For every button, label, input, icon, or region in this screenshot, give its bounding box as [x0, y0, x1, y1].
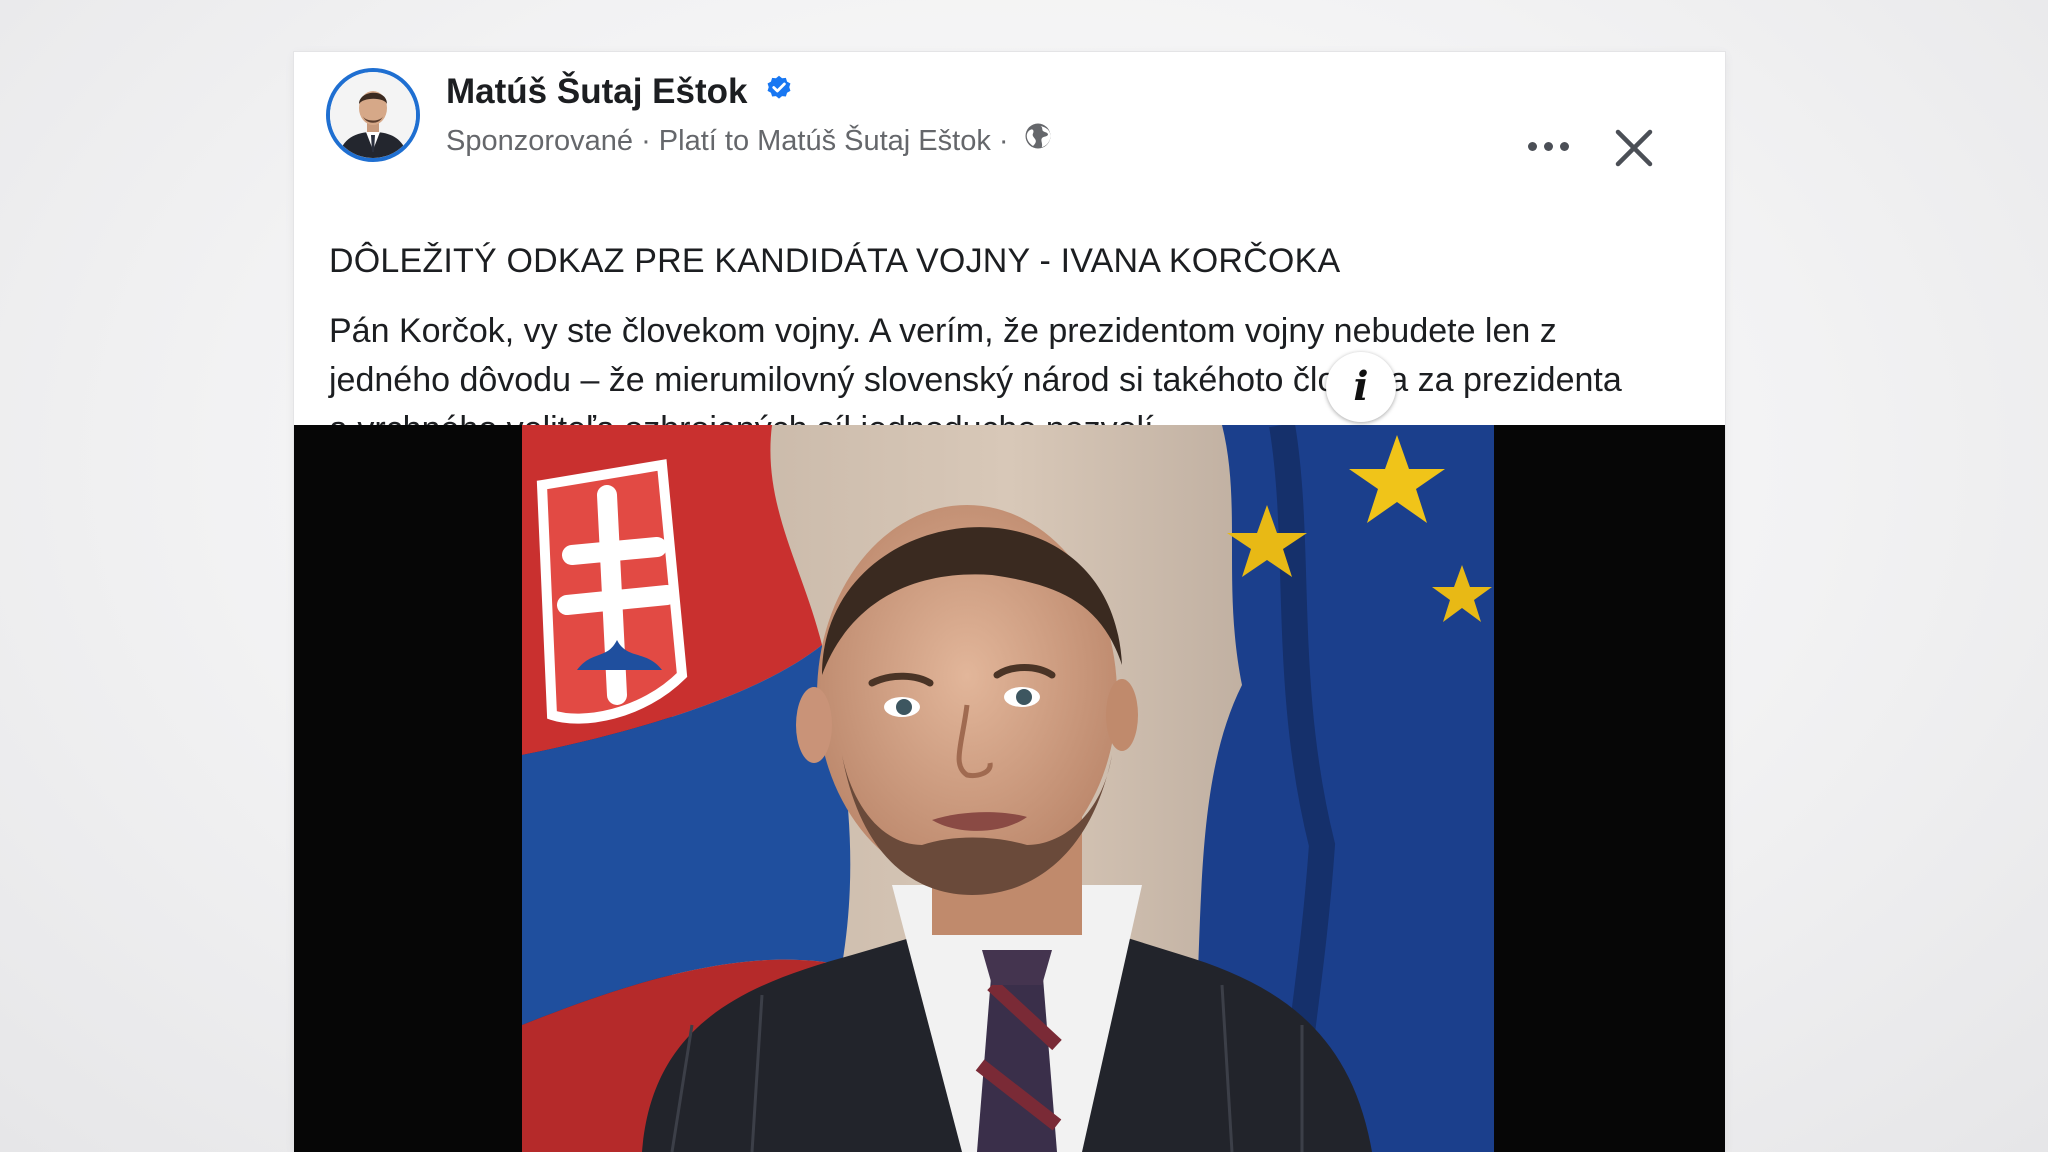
- video-frame: [522, 425, 1494, 1152]
- author-name[interactable]: Matúš Šutaj Eštok: [446, 72, 747, 111]
- more-options-icon: [1528, 142, 1537, 151]
- verified-badge-icon: [765, 71, 793, 111]
- info-icon: i: [1353, 363, 1369, 410]
- close-button[interactable]: [1612, 126, 1656, 170]
- more-options-dot: [1544, 142, 1553, 151]
- author-portrait-icon: [330, 72, 416, 158]
- more-options-button[interactable]: [1526, 136, 1572, 156]
- author-avatar[interactable]: [326, 68, 420, 162]
- post-meta: Sponzorované · Platí to Matúš Šutaj Ešto…: [446, 123, 1053, 159]
- sponsored-post-card: Matúš Šutaj Eštok Sponzorované · Platí t…: [294, 52, 1725, 1152]
- post-header: Matúš Šutaj Eštok Sponzorované · Platí t…: [294, 52, 1725, 182]
- sponsored-label: Sponzorované · Platí to Matúš Šutaj Ešto…: [446, 125, 1009, 157]
- video-still-image: [522, 425, 1494, 1152]
- globe-icon: [1023, 121, 1053, 159]
- post-headline: DÔLEŽITÝ ODKAZ PRE KANDIDÁTA VOJNY - IVA…: [329, 242, 1341, 280]
- more-options-dot: [1560, 142, 1569, 151]
- post-video[interactable]: [294, 425, 1725, 1152]
- author-name-row: Matúš Šutaj Eštok: [446, 72, 793, 112]
- close-icon: [1615, 129, 1653, 167]
- info-button[interactable]: i: [1326, 352, 1396, 422]
